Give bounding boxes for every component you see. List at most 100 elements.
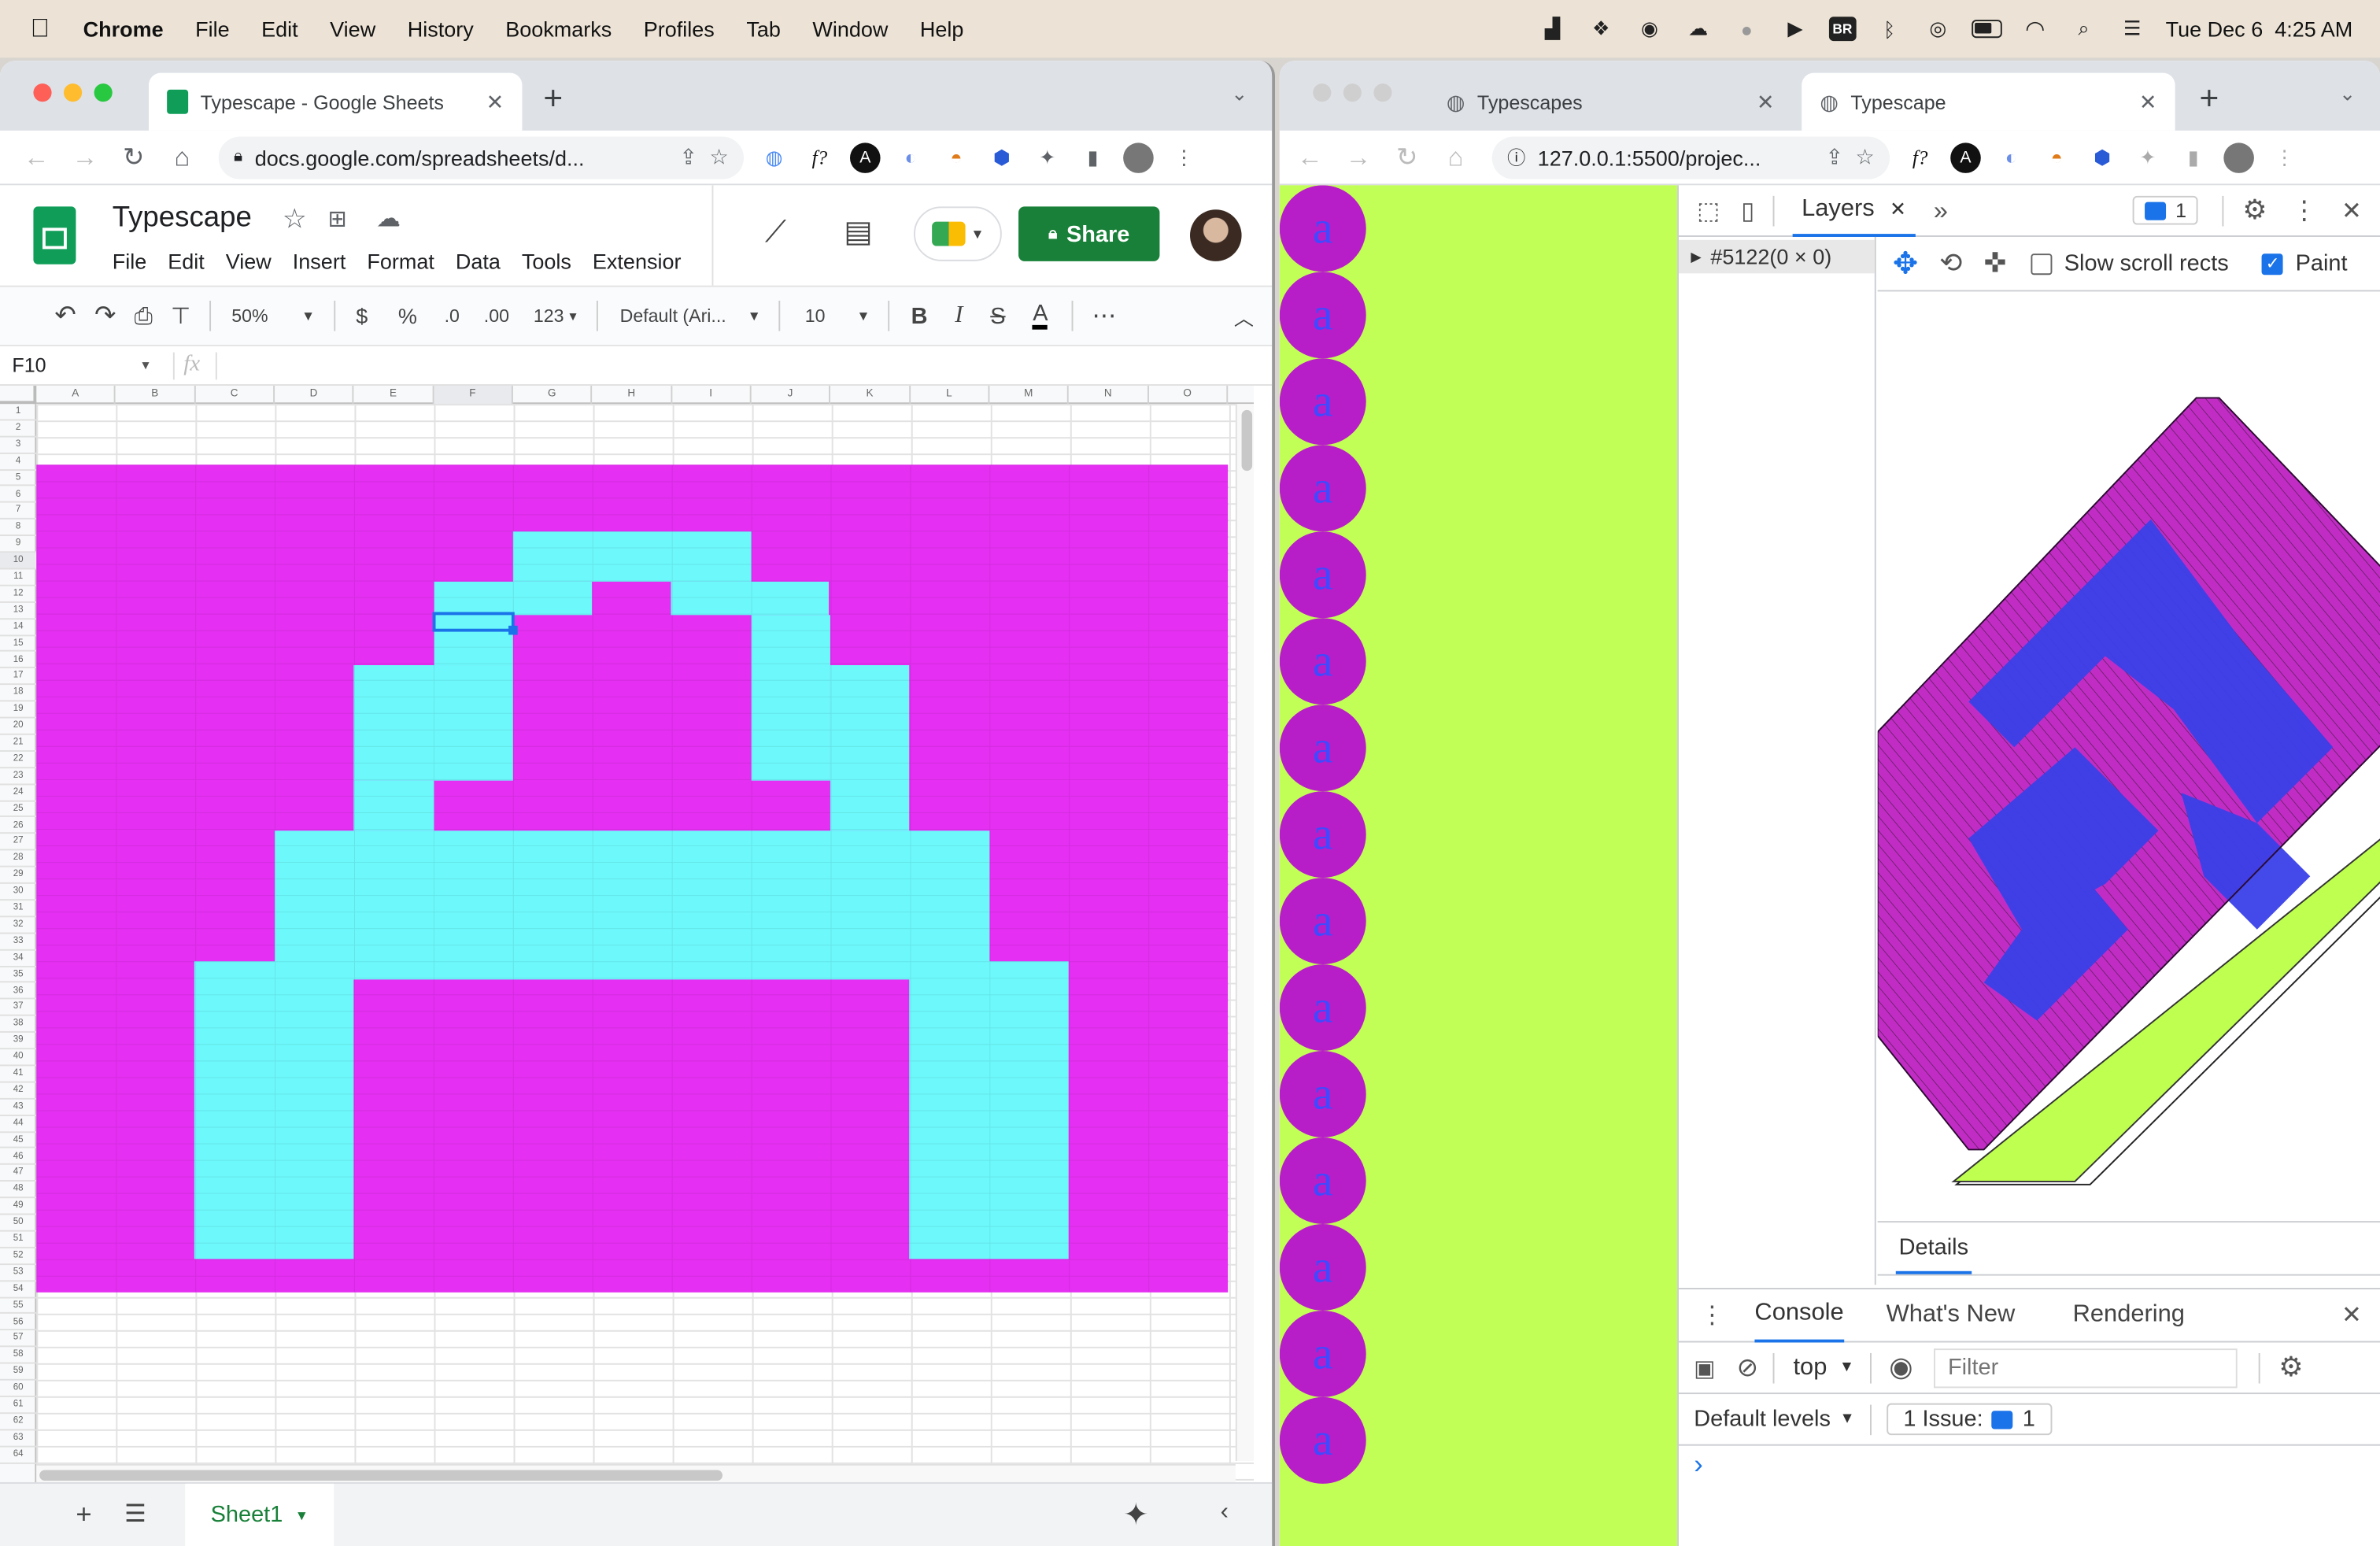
- close-tab-icon[interactable]: ✕: [2139, 89, 2157, 115]
- tab-search-chevron-icon[interactable]: ⌄: [1231, 82, 1247, 106]
- inspect-element-icon[interactable]: ⬚: [1697, 195, 1720, 226]
- column-header-l[interactable]: L: [910, 386, 990, 405]
- font-select[interactable]: Default (Ari...: [620, 305, 741, 327]
- menu-window[interactable]: Window: [812, 17, 888, 41]
- row-header[interactable]: 24: [0, 785, 37, 801]
- row-header[interactable]: 6: [0, 486, 37, 504]
- all-sheets-button[interactable]: ☰: [124, 1499, 146, 1529]
- column-header-c[interactable]: C: [195, 386, 275, 405]
- sheet-tab-sheet1[interactable]: Sheet1 ▼: [185, 1483, 334, 1546]
- more-formats-button[interactable]: 123: [534, 305, 564, 327]
- row-header[interactable]: 23: [0, 768, 37, 785]
- row-header[interactable]: 12: [0, 586, 37, 603]
- extension-shield-icon[interactable]: ⬢: [2087, 142, 2118, 172]
- print-icon[interactable]: ⎙: [135, 303, 153, 329]
- menu-view[interactable]: View: [330, 17, 375, 41]
- row-header[interactable]: 2: [0, 420, 37, 438]
- globe-icon[interactable]: ●: [1731, 13, 1762, 44]
- vertical-scrollbar[interactable]: [1235, 404, 1254, 1461]
- name-box-caret-icon[interactable]: ▼: [139, 358, 151, 372]
- user-circle-icon[interactable]: ◎: [1923, 13, 1953, 44]
- extension-formula-icon[interactable]: f?: [804, 142, 835, 172]
- row-header[interactable]: 34: [0, 950, 37, 967]
- column-header-f[interactable]: F: [433, 386, 513, 405]
- reload-icon[interactable]: ↻: [116, 142, 152, 172]
- device-toolbar-icon[interactable]: ▯: [1741, 195, 1754, 226]
- menu-profiles[interactable]: Profiles: [644, 17, 715, 41]
- br-badge-icon[interactable]: BR: [1828, 17, 1857, 42]
- side-panel-toggle-icon[interactable]: ‹: [1221, 1499, 1229, 1526]
- row-header[interactable]: 17: [0, 669, 37, 686]
- row-header[interactable]: 41: [0, 1066, 37, 1083]
- row-header[interactable]: 42: [0, 1082, 37, 1100]
- column-header-a[interactable]: A: [36, 386, 116, 405]
- row-header[interactable]: 47: [0, 1166, 37, 1182]
- column-header-d[interactable]: D: [275, 386, 354, 405]
- devtools-settings-icon[interactable]: ⚙: [2242, 194, 2267, 227]
- row-header[interactable]: 50: [0, 1215, 37, 1232]
- chrome-menu-icon[interactable]: ⋮: [2269, 142, 2300, 172]
- menu-bookmarks[interactable]: Bookmarks: [505, 17, 612, 41]
- row-header[interactable]: 15: [0, 636, 37, 653]
- row-header[interactable]: 57: [0, 1331, 37, 1348]
- row-header[interactable]: 63: [0, 1430, 37, 1447]
- row-header[interactable]: 29: [0, 867, 37, 884]
- explore-trend-icon[interactable]: ⟋: [765, 216, 786, 250]
- move-folder-icon[interactable]: ⊞: [328, 205, 347, 232]
- row-header[interactable]: 9: [0, 536, 37, 553]
- sheets-menu-format[interactable]: Format: [367, 249, 434, 273]
- sheets-menu-tools[interactable]: Tools: [522, 249, 571, 273]
- row-header[interactable]: 7: [0, 503, 37, 520]
- close-window-button[interactable]: [1313, 83, 1332, 102]
- row-header[interactable]: 46: [0, 1148, 37, 1166]
- column-header-n[interactable]: N: [1069, 386, 1149, 405]
- row-header[interactable]: 39: [0, 1033, 37, 1050]
- console-sidebar-icon[interactable]: ▣: [1694, 1354, 1715, 1381]
- devtools-menu-icon[interactable]: ⋮: [2291, 195, 2317, 226]
- cloud-status-icon[interactable]: ☁: [376, 204, 401, 235]
- extension-a-icon[interactable]: A: [849, 142, 881, 172]
- extension-eye-icon[interactable]: ◓: [2042, 142, 2072, 172]
- undo-icon[interactable]: ↶: [54, 301, 76, 331]
- close-layers-tab-icon[interactable]: ✕: [1890, 197, 1906, 221]
- format-caret-icon[interactable]: ▼: [567, 309, 578, 323]
- row-header[interactable]: 14: [0, 620, 37, 636]
- font-caret-icon[interactable]: ▼: [748, 309, 761, 324]
- expand-triangle-icon[interactable]: ▶: [1691, 248, 1701, 264]
- row-header[interactable]: 38: [0, 1016, 37, 1034]
- document-title[interactable]: Typescape: [113, 202, 252, 235]
- menu-tab[interactable]: Tab: [746, 17, 781, 41]
- strikethrough-button[interactable]: S: [990, 303, 1005, 329]
- slow-scroll-checkbox[interactable]: [2031, 253, 2053, 275]
- column-header-e[interactable]: E: [354, 386, 434, 405]
- row-header[interactable]: 28: [0, 851, 37, 867]
- battery-icon[interactable]: [1971, 13, 2002, 44]
- issues-badge[interactable]: 1: [2133, 195, 2199, 225]
- log-levels-caret-icon[interactable]: ▼: [1840, 1411, 1855, 1427]
- column-header-j[interactable]: J: [752, 386, 831, 405]
- zoom-window-button[interactable]: [1373, 83, 1392, 102]
- extension-a-icon[interactable]: A: [1950, 142, 1981, 172]
- menu-file[interactable]: File: [195, 17, 230, 41]
- address-bar[interactable]: ⓘ 127.0.0.1:5500/projec... ⇪ ☆: [1491, 135, 1890, 179]
- menu-history[interactable]: History: [408, 17, 474, 41]
- font-size-caret-icon[interactable]: ▼: [856, 309, 870, 324]
- text-color-button[interactable]: A: [1033, 302, 1048, 330]
- column-header-k[interactable]: K: [831, 386, 911, 405]
- bold-button[interactable]: B: [911, 303, 928, 329]
- menu-edit[interactable]: Edit: [261, 17, 298, 41]
- pan-mode-icon[interactable]: ✥: [1893, 245, 1918, 283]
- row-header[interactable]: 51: [0, 1232, 37, 1248]
- bluetooth-icon[interactable]: ᛒ: [1874, 13, 1905, 44]
- vertical-scroll-thumb[interactable]: [1241, 409, 1253, 472]
- row-header[interactable]: 54: [0, 1282, 37, 1298]
- zoom-select[interactable]: 50%: [231, 305, 301, 327]
- context-caret-icon[interactable]: ▼: [1839, 1359, 1854, 1376]
- activity-monitor-icon[interactable]: ▟: [1537, 13, 1568, 44]
- row-header[interactable]: 43: [0, 1099, 37, 1116]
- reset-transform-icon[interactable]: ✜: [1983, 247, 2006, 279]
- profile-avatar[interactable]: [2223, 142, 2254, 172]
- horizontal-scrollbar[interactable]: [36, 1463, 1236, 1482]
- increase-decimal-button[interactable]: .00: [484, 305, 509, 327]
- live-expression-eye-icon[interactable]: ◉: [1889, 1352, 1913, 1384]
